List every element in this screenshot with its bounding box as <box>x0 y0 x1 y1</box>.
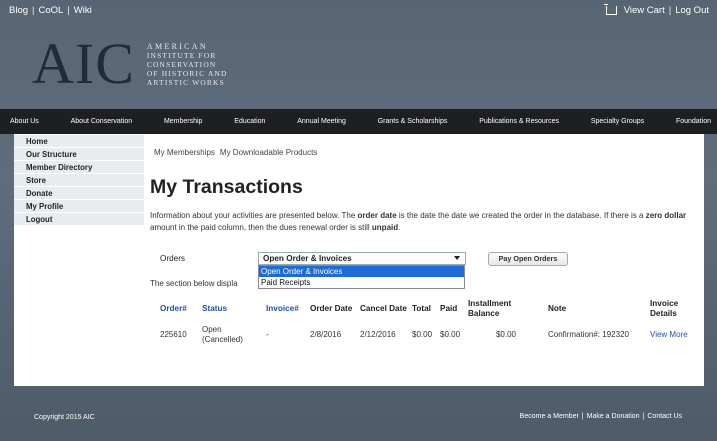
col-total: Total <box>412 304 431 313</box>
separator: | <box>581 413 584 420</box>
col-cancel-date: Cancel Date <box>360 304 407 313</box>
logo-line: INSTITUTE FOR <box>146 50 217 60</box>
orders-dropdown-list: Open Order & Invoices Paid Receipts <box>258 265 465 289</box>
utility-links: Blog | CoOL | Wiki <box>9 5 92 16</box>
chevron-down-icon <box>454 256 460 260</box>
nav-annual-meeting[interactable]: Annual Meeting <box>297 118 346 125</box>
cell-paid: $0.00 <box>440 330 461 339</box>
col-invoice-details: Invoice Details <box>650 299 679 318</box>
sidebar-item-home[interactable]: Home <box>14 135 144 148</box>
view-more-link[interactable]: View More <box>650 330 688 339</box>
cell-order-number: 225610 <box>160 330 187 339</box>
blog-link[interactable]: Blog <box>9 5 28 16</box>
logo-letters: AIC <box>32 31 135 96</box>
sidebar-item-donate[interactable]: Donate <box>14 187 144 200</box>
dropdown-option-paid[interactable]: Paid Receipts <box>259 277 464 288</box>
separator: | <box>32 5 35 16</box>
col-order-date: Order Date <box>310 304 353 313</box>
col-installment-balance: Installment Balance <box>468 299 512 318</box>
sidebar-item-store[interactable]: Store <box>14 174 144 187</box>
account-links: View Cart | Log Out <box>603 4 709 16</box>
col-note: Note <box>548 304 567 313</box>
nav-specialty-groups[interactable]: Specialty Groups <box>591 118 644 125</box>
view-cart-link[interactable]: View Cart <box>624 5 665 16</box>
col-order-number[interactable]: Order# <box>158 296 200 322</box>
dropdown-option-open[interactable]: Open Order & Invoices <box>259 266 464 277</box>
logo-line: CONSERVATION <box>146 59 217 69</box>
cell-order-date: 2/8/2016 <box>310 330 342 339</box>
page-title: My Transactions <box>150 176 303 198</box>
cell-note: Confirmation#: 192320 <box>548 330 629 339</box>
section-description: The section below displa s. <box>150 279 432 288</box>
logo-line: ARTISTIC WORKS <box>146 77 225 87</box>
become-member-link[interactable]: Become a Member <box>520 413 579 420</box>
content-panel: Home Our Structure Member Directory Stor… <box>14 134 704 386</box>
info-text: Information about your activities are pr… <box>150 211 358 220</box>
footer: Copyright 2015 AIC Become a Member | Mak… <box>14 397 704 437</box>
nav-about-conservation[interactable]: About Conservation <box>71 118 132 125</box>
cell-cancel-date: 2/12/2016 <box>360 330 396 339</box>
top-utility-bar: Blog | CoOL | Wiki View Cart | Log Out <box>0 0 717 22</box>
table-row: 225610 Open (Cancelled) - 2/8/2016 2/12/… <box>158 322 698 348</box>
col-status[interactable]: Status <box>200 296 264 322</box>
separator: | <box>67 5 70 16</box>
orders-label: Orders <box>160 254 186 263</box>
make-donation-link[interactable]: Make a Donation <box>587 413 640 420</box>
aic-logo[interactable]: AIC AMERICAN INSTITUTE FOR CONSERVATION … <box>32 34 228 94</box>
sidebar-item-my-profile[interactable]: My Profile <box>14 200 144 213</box>
cell-installment-balance: $0.00 <box>495 330 517 339</box>
cool-link[interactable]: CoOL <box>38 5 63 16</box>
section-text-start: The section below displa <box>150 279 238 288</box>
copyright-text: Copyright 2015 AIC <box>34 414 95 421</box>
sub-tabs: My Memberships My Downloadable Products <box>154 148 317 157</box>
sidebar-item-our-structure[interactable]: Our Structure <box>14 148 144 161</box>
separator: | <box>642 413 645 420</box>
cell-status: Open (Cancelled) <box>202 325 243 344</box>
nav-foundation[interactable]: Foundation <box>676 118 711 125</box>
table-header-row: Order# Status Invoice# Order Date Cancel… <box>158 296 698 322</box>
col-paid: Paid <box>440 304 458 313</box>
info-text: amount in the paid column, then the dues… <box>150 223 372 232</box>
nav-education[interactable]: Education <box>234 118 265 125</box>
cart-icon[interactable] <box>603 4 617 15</box>
main-nav: About Us About Conservation Membership E… <box>0 109 717 134</box>
cell-invoice-number: - <box>266 330 269 339</box>
info-bold: zero dollar <box>645 211 687 220</box>
logo-line: AMERICAN <box>146 41 208 51</box>
info-bold: order date <box>357 211 397 220</box>
contact-us-link[interactable]: Contact Us <box>647 413 682 420</box>
sidebar: Home Our Structure Member Directory Stor… <box>14 135 144 226</box>
nav-grants[interactable]: Grants & Scholarships <box>378 118 448 125</box>
separator: | <box>668 5 672 16</box>
sidebar-item-member-directory[interactable]: Member Directory <box>14 161 144 174</box>
orders-filter-row: Orders Open Order & Invoices Pay Open Or… <box>152 252 672 266</box>
transactions-table: Order# Status Invoice# Order Date Cancel… <box>158 296 698 348</box>
logo-line: OF HISTORIC AND <box>146 68 228 78</box>
tab-my-downloadable-products[interactable]: My Downloadable Products <box>220 148 317 157</box>
wiki-link[interactable]: Wiki <box>74 5 92 16</box>
sidebar-item-logout[interactable]: Logout <box>14 213 144 226</box>
info-text: is the date the date we created the orde… <box>396 211 646 220</box>
info-paragraph: Information about your activities are pr… <box>150 210 702 234</box>
nav-publications[interactable]: Publications & Resources <box>479 118 559 125</box>
nav-membership[interactable]: Membership <box>164 118 203 125</box>
cell-invoice-details: View More <box>648 322 698 348</box>
orders-select[interactable]: Open Order & Invoices <box>258 252 466 265</box>
pay-open-orders-button[interactable]: Pay Open Orders <box>488 252 568 266</box>
cell-total: $0.00 <box>412 330 433 339</box>
tab-my-memberships[interactable]: My Memberships <box>154 148 215 157</box>
logout-link[interactable]: Log Out <box>675 5 709 16</box>
footer-links: Become a Member | Make a Donation | Cont… <box>520 413 682 420</box>
col-invoice-number[interactable]: Invoice# <box>264 296 308 322</box>
orders-select-value: Open Order & Invoices <box>263 254 352 263</box>
nav-about-us[interactable]: About Us <box>10 118 39 125</box>
info-bold: unpaid <box>371 223 399 232</box>
info-text: . <box>398 223 401 232</box>
logo-wordmark: AMERICAN INSTITUTE FOR CONSERVATION OF H… <box>147 42 228 87</box>
